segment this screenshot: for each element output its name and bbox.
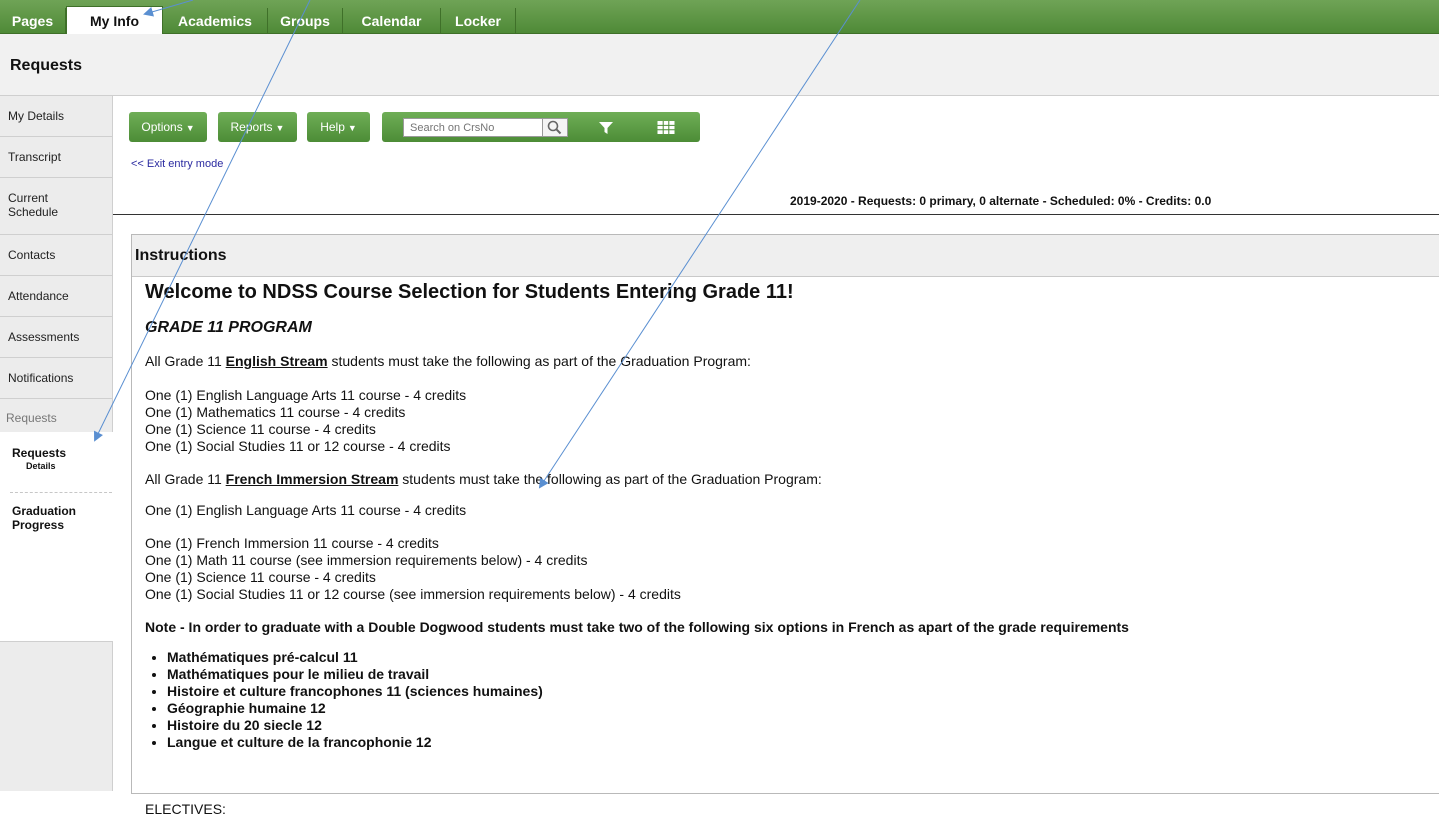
english-stream-label: English Stream xyxy=(225,353,328,369)
reports-button[interactable]: Reports ▼ xyxy=(218,112,297,142)
side-nav: My Details Transcript Current Schedule C… xyxy=(0,96,113,791)
filter-icon xyxy=(599,122,613,134)
sidebar-sub-graduation-progress[interactable]: Graduation Progress xyxy=(0,504,113,540)
welcome-title: Welcome to NDSS Course Selection for Stu… xyxy=(145,281,794,303)
exit-entry-mode-link[interactable]: << Exit entry mode xyxy=(131,158,223,170)
requests-summary: 2019-2020 - Requests: 0 primary, 0 alter… xyxy=(790,194,1212,208)
list-item: Histoire du 20 siecle 12 xyxy=(167,717,543,734)
list-item: Géographie humaine 12 xyxy=(167,700,543,717)
english-intro-pre: All Grade 11 xyxy=(145,353,226,369)
sidebar-sub-requests[interactable]: Requests Details xyxy=(0,446,113,482)
page-title: Requests xyxy=(10,57,83,74)
tab-calendar[interactable]: Calendar xyxy=(343,8,441,34)
tab-my-info[interactable]: My Info xyxy=(66,6,163,34)
caret-down-icon: ▼ xyxy=(275,123,285,133)
instructions-heading: Instructions xyxy=(132,235,1439,277)
search-input[interactable] xyxy=(403,118,543,137)
french-course-list: One (1) French Immersion 11 course - 4 c… xyxy=(145,535,681,603)
french-intro: All Grade 11 French Immersion Stream stu… xyxy=(145,471,822,487)
help-button-label: Help xyxy=(320,120,345,134)
french-intro-pre: All Grade 11 xyxy=(145,471,226,487)
double-dogwood-note: Note - In order to graduate with a Doubl… xyxy=(145,619,1129,635)
list-item: One (1) French Immersion 11 course - 4 c… xyxy=(145,535,439,551)
top-tab-bar: Pages My Info Academics Groups Calendar … xyxy=(0,0,1439,34)
tab-groups[interactable]: Groups xyxy=(268,8,343,34)
list-item: One (1) Social Studies 11 or 12 course (… xyxy=(145,586,681,602)
sidebar-sub-requests-details: Details xyxy=(26,461,56,471)
list-item: One (1) English Language Arts 11 course … xyxy=(145,387,467,403)
tab-academics[interactable]: Academics xyxy=(163,8,268,34)
list-item: Histoire et culture francophones 11 (sci… xyxy=(167,683,543,700)
list-item: One (1) Social Studies 11 or 12 course -… xyxy=(145,438,451,454)
sidebar-sub-requests-label: Requests xyxy=(12,446,67,460)
french-stream-label: French Immersion Stream xyxy=(225,471,399,487)
list-item: Langue et culture de la francophonie 12 xyxy=(167,734,543,751)
options-button[interactable]: Options ▼ xyxy=(129,112,207,142)
help-button[interactable]: Help ▼ xyxy=(307,112,370,142)
english-intro: All Grade 11 English Stream students mus… xyxy=(145,353,751,369)
tab-locker[interactable]: Locker xyxy=(441,8,516,34)
list-item: One (1) Science 11 course - 4 credits xyxy=(145,569,376,585)
french-first-course: One (1) English Language Arts 11 course … xyxy=(145,502,467,518)
sidebar-item-transcript[interactable]: Transcript xyxy=(0,137,112,178)
filter-button[interactable] xyxy=(596,118,616,137)
reports-button-label: Reports xyxy=(230,120,273,134)
sidebar-item-assessments[interactable]: Assessments xyxy=(0,317,112,358)
program-heading: GRADE 11 PROGRAM xyxy=(145,319,312,336)
english-course-list: One (1) English Language Arts 11 course … xyxy=(145,387,466,455)
caret-down-icon: ▼ xyxy=(347,123,357,133)
english-intro-post: students must take the following as part… xyxy=(327,353,751,369)
sidebar-item-notifications[interactable]: Notifications xyxy=(0,358,112,399)
electives-heading: ELECTIVES: xyxy=(145,801,226,817)
list-item: One (1) Science 11 course - 4 credits xyxy=(145,421,376,437)
sidebar-item-my-details[interactable]: My Details xyxy=(0,96,112,137)
caret-down-icon: ▼ xyxy=(185,123,195,133)
list-item: One (1) Math 11 course (see immersion re… xyxy=(145,552,588,568)
sidebar-item-attendance[interactable]: Attendance xyxy=(0,276,112,317)
search-group xyxy=(382,112,700,142)
grid-view-button[interactable] xyxy=(656,118,676,137)
grid-icon xyxy=(657,121,675,134)
list-item: Mathématiques pour le milieu de travail xyxy=(167,666,543,683)
list-item: One (1) Mathematics 11 course - 4 credit… xyxy=(145,404,406,420)
summary-divider xyxy=(113,214,1439,215)
sidebar-item-current-schedule[interactable]: Current Schedule xyxy=(0,178,112,235)
french-options-list: Mathématiques pré-calcul 11 Mathématique… xyxy=(145,649,543,751)
sidebar-divider xyxy=(10,492,112,493)
sidebar-item-contacts[interactable]: Contacts xyxy=(0,235,112,276)
list-item: Mathématiques pré-calcul 11 xyxy=(167,649,543,666)
instructions-panel: Instructions Welcome to NDSS Course Sele… xyxy=(131,234,1439,817)
search-button[interactable] xyxy=(542,118,568,137)
french-intro-post: students must take the following as part… xyxy=(398,471,822,487)
search-icon xyxy=(547,120,562,135)
sidebar-section-label: Requests xyxy=(6,411,57,425)
page-header: Requests xyxy=(0,34,1439,96)
options-button-label: Options xyxy=(141,120,183,134)
tab-pages[interactable]: Pages xyxy=(0,8,66,34)
